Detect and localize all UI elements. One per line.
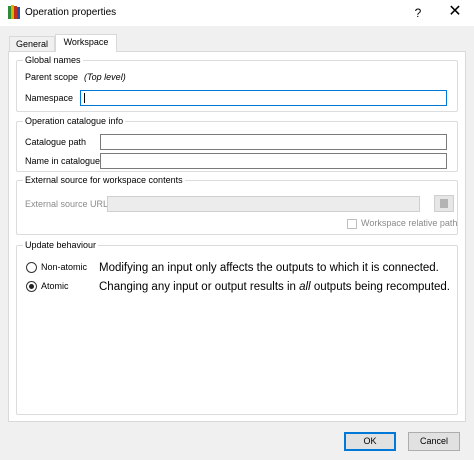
text-caret: [84, 93, 85, 103]
catalogue-info-group: Operation catalogue info Catalogue path …: [16, 116, 458, 172]
external-url-input[interactable]: [108, 197, 419, 211]
browse-button[interactable]: [434, 195, 454, 212]
group-title: External source for workspace contents: [23, 175, 185, 186]
catalogue-path-input[interactable]: [101, 135, 446, 149]
workspace-panel: Global names Parent scope (Top level) Na…: [8, 51, 466, 422]
close-icon: ✕: [448, 3, 462, 20]
catalogue-path-label: Catalogue path: [25, 137, 87, 147]
radio-selected-dot: [29, 284, 34, 289]
tab-general[interactable]: General: [9, 36, 55, 51]
catalogue-name-input[interactable]: [101, 154, 446, 168]
group-title: Global names: [23, 55, 83, 66]
update-behaviour-group: Update behaviour Non-atomic Modifying an…: [16, 240, 458, 415]
description-emphasis: all: [299, 281, 311, 293]
namespace-label: Namespace: [25, 93, 74, 103]
namespace-field[interactable]: [80, 90, 447, 106]
external-source-group: External source for workspace contents E…: [16, 175, 458, 235]
group-title: Update behaviour: [23, 240, 99, 251]
non-atomic-label: Non-atomic: [41, 262, 88, 272]
external-url-field[interactable]: [107, 196, 420, 212]
namespace-input[interactable]: [81, 91, 446, 105]
help-icon: ?: [414, 6, 422, 20]
catalogue-name-label: Name in catalogue: [25, 156, 101, 166]
group-title: Operation catalogue info: [23, 116, 126, 127]
checkbox-box[interactable]: [347, 219, 357, 229]
radio-button[interactable]: [26, 262, 37, 273]
catalogue-name-field[interactable]: [100, 153, 447, 169]
description-text-end: outputs being recomputed.: [310, 281, 450, 293]
description-text: Modifying an input only affects the outp…: [99, 262, 439, 274]
dialog-body: General Workspace Global names Parent sc…: [0, 26, 474, 460]
window-title: Operation properties: [25, 7, 117, 18]
radio-button[interactable]: [26, 281, 37, 292]
parent-scope-label: Parent scope: [25, 72, 79, 82]
app-logo-icon: [8, 5, 20, 19]
description-text: Changing any input or output results in: [99, 281, 300, 293]
atomic-label: Atomic: [41, 281, 69, 291]
tab-workspace[interactable]: Workspace: [55, 34, 117, 52]
non-atomic-description: Modifying an input only affects the outp…: [99, 261, 439, 275]
parent-scope-value: (Top level): [84, 72, 126, 82]
cancel-button[interactable]: Cancel: [408, 432, 460, 451]
help-button[interactable]: ?: [406, 3, 430, 23]
ok-button[interactable]: OK: [344, 432, 396, 451]
title-bar: Operation properties ? ✕: [0, 0, 474, 26]
close-button[interactable]: ✕: [440, 3, 470, 23]
global-names-group: Global names Parent scope (Top level) Na…: [16, 55, 458, 112]
atomic-description: Changing any input or output results in …: [99, 280, 450, 294]
external-url-label: External source URL: [25, 199, 109, 209]
workspace-relative-label: Workspace relative path: [361, 218, 458, 228]
browse-icon: [440, 199, 448, 208]
catalogue-path-field[interactable]: [100, 134, 447, 150]
